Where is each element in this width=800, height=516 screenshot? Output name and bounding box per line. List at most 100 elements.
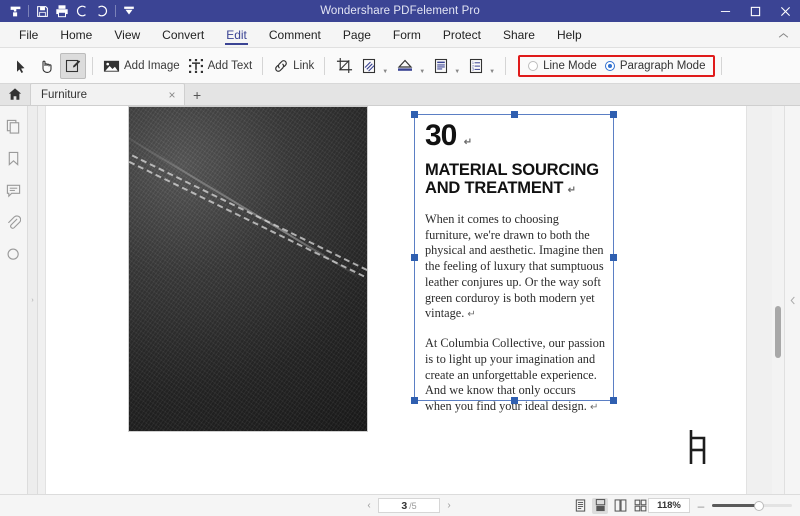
- resize-handle-bottom-center[interactable]: [511, 397, 518, 404]
- close-icon[interactable]: ×: [166, 88, 178, 102]
- paragraph-mode-option[interactable]: Paragraph Mode: [605, 60, 706, 72]
- toolbar-divider-5: [721, 57, 722, 75]
- expand-sidebar-button[interactable]: ›: [28, 106, 38, 494]
- zoom-slider-handle[interactable]: [754, 501, 764, 511]
- line-mode-option[interactable]: Line Mode: [528, 60, 597, 72]
- next-page-button[interactable]: ›: [442, 500, 456, 511]
- menu-item-convert[interactable]: Convert: [151, 22, 215, 48]
- watermark-chevron-down-icon[interactable]: ▼: [382, 69, 388, 79]
- line-mode-radio-icon[interactable]: [528, 61, 538, 71]
- header-footer-button[interactable]: ▼: [429, 53, 464, 79]
- previous-page-button[interactable]: ‹: [362, 500, 376, 511]
- header-footer-chevron-down-icon[interactable]: ▼: [454, 69, 460, 79]
- select-tool-button[interactable]: [8, 53, 34, 79]
- minimize-button[interactable]: [710, 0, 740, 22]
- background-button[interactable]: ▼: [392, 53, 429, 79]
- resize-handle-bottom-right[interactable]: [610, 397, 617, 404]
- crop-button[interactable]: [331, 53, 357, 79]
- background-chevron-down-icon[interactable]: ▼: [419, 69, 425, 79]
- selected-text-block[interactable]: 30 ↵ MATERIAL SOURCING AND TREATMENT ↵ W…: [414, 114, 614, 401]
- undo-icon[interactable]: [72, 2, 92, 20]
- document-tab-label: Furniture: [41, 89, 160, 101]
- edit-toolbar: Add Image Add Text Link: [0, 48, 800, 84]
- quick-access-toolbar: [0, 2, 139, 20]
- paragraph-mark-icon: ↵: [467, 309, 475, 320]
- page-number-input[interactable]: 3 /5: [378, 498, 440, 513]
- qat-divider-1: [28, 5, 29, 17]
- search-icon[interactable]: [4, 244, 24, 264]
- thumbnails-icon[interactable]: [4, 116, 24, 136]
- resize-handle-middle-right[interactable]: [610, 254, 617, 261]
- single-page-view-icon[interactable]: [572, 498, 588, 514]
- menu-bar: File Home View Convert Edit Comment Page…: [0, 22, 800, 48]
- menu-item-view[interactable]: View: [103, 22, 151, 48]
- menu-item-help[interactable]: Help: [546, 22, 593, 48]
- collapse-ribbon-icon[interactable]: [774, 26, 792, 44]
- continuous-scroll-view-icon[interactable]: [592, 498, 608, 514]
- application-window: Wondershare PDFelement Pro File Home Vie…: [0, 0, 800, 516]
- menu-item-form[interactable]: Form: [382, 22, 432, 48]
- bates-numbering-button[interactable]: 123 ▼: [464, 53, 499, 79]
- resize-handle-top-center[interactable]: [511, 111, 518, 118]
- toolbar-divider-2: [262, 57, 263, 75]
- customize-quick-access-icon[interactable]: [119, 2, 139, 20]
- menu-item-share[interactable]: Share: [492, 22, 546, 48]
- resize-handle-top-left[interactable]: [411, 111, 418, 118]
- menu-item-page[interactable]: Page: [332, 22, 382, 48]
- document-viewport[interactable]: 30 ↵ MATERIAL SOURCING AND TREATMENT ↵ W…: [38, 106, 800, 494]
- paragraph-mode-radio-icon[interactable]: [605, 61, 615, 71]
- svg-text:3: 3: [472, 67, 474, 71]
- page-navigation: ‹ 3 /5 ›: [362, 498, 456, 513]
- hand-tool-button[interactable]: [34, 53, 60, 79]
- toolbar-divider-4: [505, 57, 506, 75]
- zoom-controls: 118% – +: [648, 498, 800, 513]
- vertical-scrollbar[interactable]: [772, 106, 784, 494]
- add-tab-button[interactable]: +: [185, 85, 209, 105]
- pdf-page-3[interactable]: 30 ↵ MATERIAL SOURCING AND TREATMENT ↵ W…: [46, 106, 746, 494]
- app-logo-icon[interactable]: [5, 2, 25, 20]
- collapse-right-panel-button[interactable]: [784, 106, 800, 494]
- maximize-button[interactable]: [740, 0, 770, 22]
- comments-icon[interactable]: [4, 180, 24, 200]
- resize-handle-bottom-left[interactable]: [411, 397, 418, 404]
- toolbar-divider-1: [92, 57, 93, 75]
- chapter-number: 30 ↵: [425, 121, 605, 151]
- document-tab-furniture[interactable]: Furniture ×: [30, 83, 185, 105]
- grid-view-icon[interactable]: [632, 498, 648, 514]
- close-button[interactable]: [770, 0, 800, 22]
- zoom-slider[interactable]: [712, 504, 792, 507]
- menu-item-home[interactable]: Home: [49, 22, 103, 48]
- left-navigation-rail: [0, 106, 28, 494]
- print-icon[interactable]: [52, 2, 72, 20]
- leather-photo-image[interactable]: [128, 106, 368, 432]
- vertical-scrollbar-thumb[interactable]: [775, 306, 781, 358]
- zoom-out-button[interactable]: –: [696, 499, 706, 513]
- save-icon[interactable]: [32, 2, 52, 20]
- line-mode-label: Line Mode: [543, 60, 597, 72]
- add-text-button[interactable]: Add Text: [184, 53, 257, 79]
- current-page-value: 3: [401, 500, 407, 512]
- add-image-label: Add Image: [124, 60, 180, 72]
- menu-item-protect[interactable]: Protect: [432, 22, 492, 48]
- bates-numbering-chevron-down-icon[interactable]: ▼: [489, 69, 495, 79]
- attachments-icon[interactable]: [4, 212, 24, 232]
- resize-handle-middle-left[interactable]: [411, 254, 418, 261]
- resize-handle-top-right[interactable]: [610, 111, 617, 118]
- redo-icon[interactable]: [92, 2, 112, 20]
- leather-stitching: [128, 146, 367, 432]
- menu-item-file[interactable]: File: [8, 22, 49, 48]
- edit-tool-button[interactable]: [60, 53, 86, 79]
- add-text-label: Add Text: [208, 60, 253, 72]
- menu-item-comment[interactable]: Comment: [258, 22, 332, 48]
- watermark-button[interactable]: ▼: [357, 53, 392, 79]
- link-button[interactable]: Link: [269, 53, 318, 79]
- link-label: Link: [293, 60, 314, 72]
- toolbar-divider-3: [324, 57, 325, 75]
- zoom-level-input[interactable]: 118%: [648, 498, 690, 513]
- bookmarks-icon[interactable]: [4, 148, 24, 168]
- add-image-button[interactable]: Add Image: [99, 53, 184, 79]
- menu-item-edit[interactable]: Edit: [215, 22, 258, 48]
- home-tab-button[interactable]: [0, 83, 30, 105]
- view-mode-group: [572, 498, 648, 514]
- two-page-view-icon[interactable]: [612, 498, 628, 514]
